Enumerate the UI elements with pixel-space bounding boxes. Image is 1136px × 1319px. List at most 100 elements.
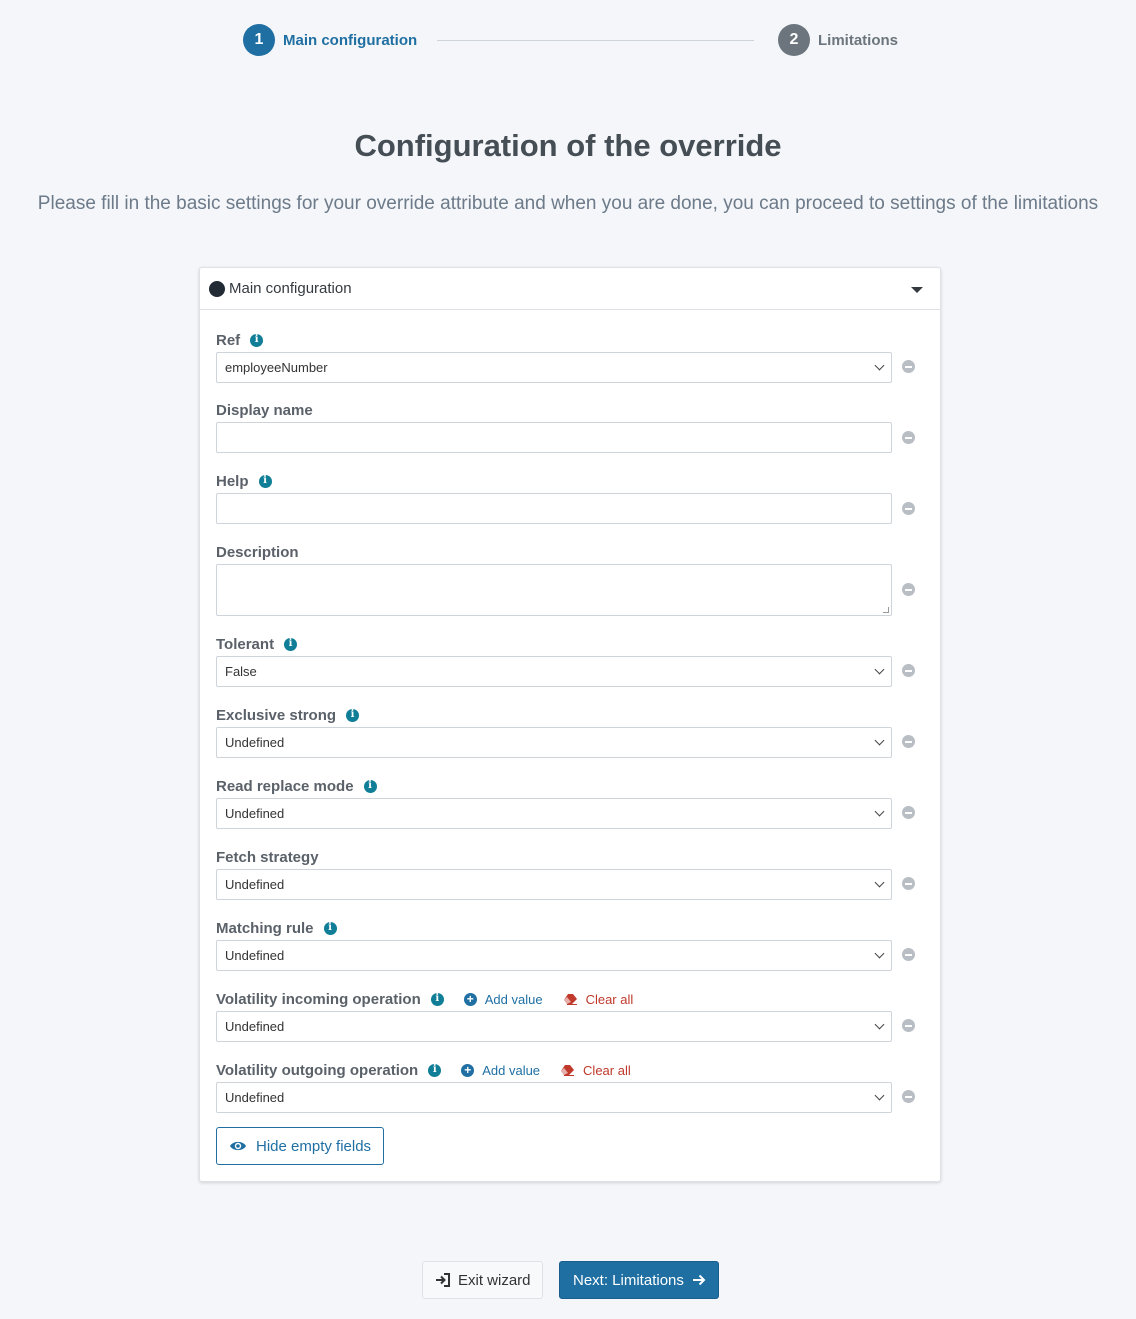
chevron-down-icon	[874, 735, 885, 745]
eye-icon	[229, 1140, 247, 1152]
field-fetch-strategy: Fetch strategy Undefined	[216, 847, 926, 900]
add-value-button[interactable]: + Add value	[461, 1063, 540, 1078]
exit-wizard-button[interactable]: Exit wizard	[422, 1261, 543, 1299]
select-value: False	[225, 664, 257, 679]
chevron-down-icon	[874, 877, 885, 887]
field-label: Read replace mode	[216, 777, 354, 795]
remove-icon[interactable]	[902, 431, 915, 444]
hide-empty-fields-label: Hide empty fields	[256, 1137, 372, 1155]
clear-all-button[interactable]: Clear all	[560, 1063, 631, 1078]
step-number: 2	[778, 24, 810, 56]
remove-icon[interactable]	[902, 877, 915, 890]
remove-icon[interactable]	[902, 735, 915, 748]
step-number: 1	[243, 24, 275, 56]
field-ref: Ref i employeeNumber	[216, 330, 926, 383]
resize-handle-icon[interactable]	[883, 607, 889, 613]
remove-icon[interactable]	[902, 583, 915, 596]
chevron-down-icon	[874, 1090, 885, 1100]
field-volatility-incoming: Volatility incoming operation i + Add va…	[216, 989, 926, 1042]
wizard-steps: 1 Main configuration 2 Limitations	[243, 24, 898, 56]
ref-select[interactable]: employeeNumber	[216, 352, 892, 383]
volatility-incoming-select[interactable]: Undefined	[216, 1011, 892, 1042]
select-value: Undefined	[225, 735, 285, 750]
fetch-strategy-select[interactable]: Undefined	[216, 869, 892, 900]
select-value: Undefined	[225, 877, 285, 892]
next-limitations-label: Next: Limitations	[573, 1271, 684, 1289]
remove-icon[interactable]	[902, 948, 915, 961]
field-label: Matching rule	[216, 919, 314, 937]
panel-header[interactable]: Main configuration	[200, 268, 940, 310]
remove-icon[interactable]	[902, 360, 915, 373]
remove-icon[interactable]	[902, 806, 915, 819]
volatility-outgoing-select[interactable]: Undefined	[216, 1082, 892, 1113]
clear-all-button[interactable]: Clear all	[563, 991, 634, 1007]
field-tolerant: Tolerant i False	[216, 634, 926, 687]
chevron-down-icon	[874, 664, 885, 674]
plus-circle-icon: +	[463, 992, 477, 1006]
chevron-down-icon	[874, 806, 885, 816]
remove-icon[interactable]	[902, 1090, 915, 1103]
page-subtitle: Please fill in the basic settings for yo…	[37, 193, 1099, 214]
next-limitations-button[interactable]: Next: Limitations	[559, 1261, 719, 1299]
display-name-input[interactable]	[216, 422, 892, 453]
select-value: Undefined	[225, 1019, 285, 1034]
field-label: Ref	[216, 331, 241, 349]
info-icon[interactable]: i	[250, 333, 264, 347]
step-main-configuration[interactable]: 1 Main configuration	[243, 24, 417, 56]
step-label: Main configuration	[283, 31, 418, 49]
add-value-label: Add value	[484, 991, 543, 1007]
field-help: Help i	[216, 471, 926, 524]
step-limitations[interactable]: 2 Limitations	[778, 24, 898, 56]
remove-icon[interactable]	[902, 502, 915, 515]
field-read-replace-mode: Read replace mode i Undefined	[216, 776, 926, 829]
remove-icon[interactable]	[902, 1019, 915, 1032]
step-label: Limitations	[818, 31, 899, 49]
add-value-label: Add value	[482, 1062, 541, 1078]
info-icon[interactable]: i	[346, 708, 360, 722]
tolerant-select[interactable]: False	[216, 656, 892, 687]
page-title: Configuration of the override	[354, 128, 782, 163]
field-label: Fetch strategy	[216, 848, 319, 866]
info-icon[interactable]: i	[428, 1063, 442, 1077]
field-label: Volatility incoming operation	[216, 990, 421, 1008]
field-label: Help	[216, 472, 249, 490]
description-textarea[interactable]	[216, 564, 892, 616]
add-value-button[interactable]: + Add value	[463, 991, 543, 1007]
exit-wizard-label: Exit wizard	[458, 1271, 531, 1289]
field-description: Description	[216, 542, 926, 616]
field-display-name: Display name	[216, 400, 926, 453]
info-icon[interactable]: i	[284, 637, 298, 651]
field-label: Tolerant	[216, 635, 275, 653]
info-icon[interactable]: i	[323, 921, 337, 935]
matching-rule-select[interactable]: Undefined	[216, 940, 892, 971]
caret-down-icon[interactable]	[911, 287, 923, 293]
hide-empty-fields-button[interactable]: Hide empty fields	[216, 1127, 384, 1165]
read-replace-mode-select[interactable]: Undefined	[216, 798, 892, 829]
exclusive-strong-select[interactable]: Undefined	[216, 727, 892, 758]
field-exclusive-strong: Exclusive strong i Undefined	[216, 705, 926, 758]
chevron-down-icon	[874, 948, 885, 958]
select-value: Undefined	[225, 806, 285, 821]
select-value: Undefined	[225, 948, 285, 963]
clear-all-label: Clear all	[585, 991, 634, 1007]
field-label: Display name	[216, 401, 313, 419]
clear-all-label: Clear all	[583, 1062, 631, 1078]
eraser-icon	[560, 1064, 575, 1076]
select-value: employeeNumber	[225, 360, 328, 375]
remove-icon[interactable]	[902, 664, 915, 677]
field-matching-rule: Matching rule i Undefined	[216, 918, 926, 971]
step-connector	[437, 40, 754, 41]
chevron-down-icon	[874, 1019, 885, 1029]
info-icon[interactable]: i	[363, 779, 377, 793]
select-value: Undefined	[225, 1090, 285, 1105]
field-volatility-outgoing: Volatility outgoing operation i + Add va…	[216, 1060, 926, 1113]
field-label: Volatility outgoing operation	[216, 1061, 419, 1079]
info-icon[interactable]: i	[430, 992, 444, 1006]
eraser-icon	[563, 993, 578, 1005]
help-input[interactable]	[216, 493, 892, 524]
plus-circle-icon: +	[461, 1063, 475, 1077]
chevron-down-icon	[874, 360, 885, 370]
main-configuration-panel: Main configuration Ref i employeeNumber …	[199, 267, 941, 1182]
info-icon[interactable]: i	[258, 474, 272, 488]
panel-title: Main configuration	[229, 280, 352, 297]
